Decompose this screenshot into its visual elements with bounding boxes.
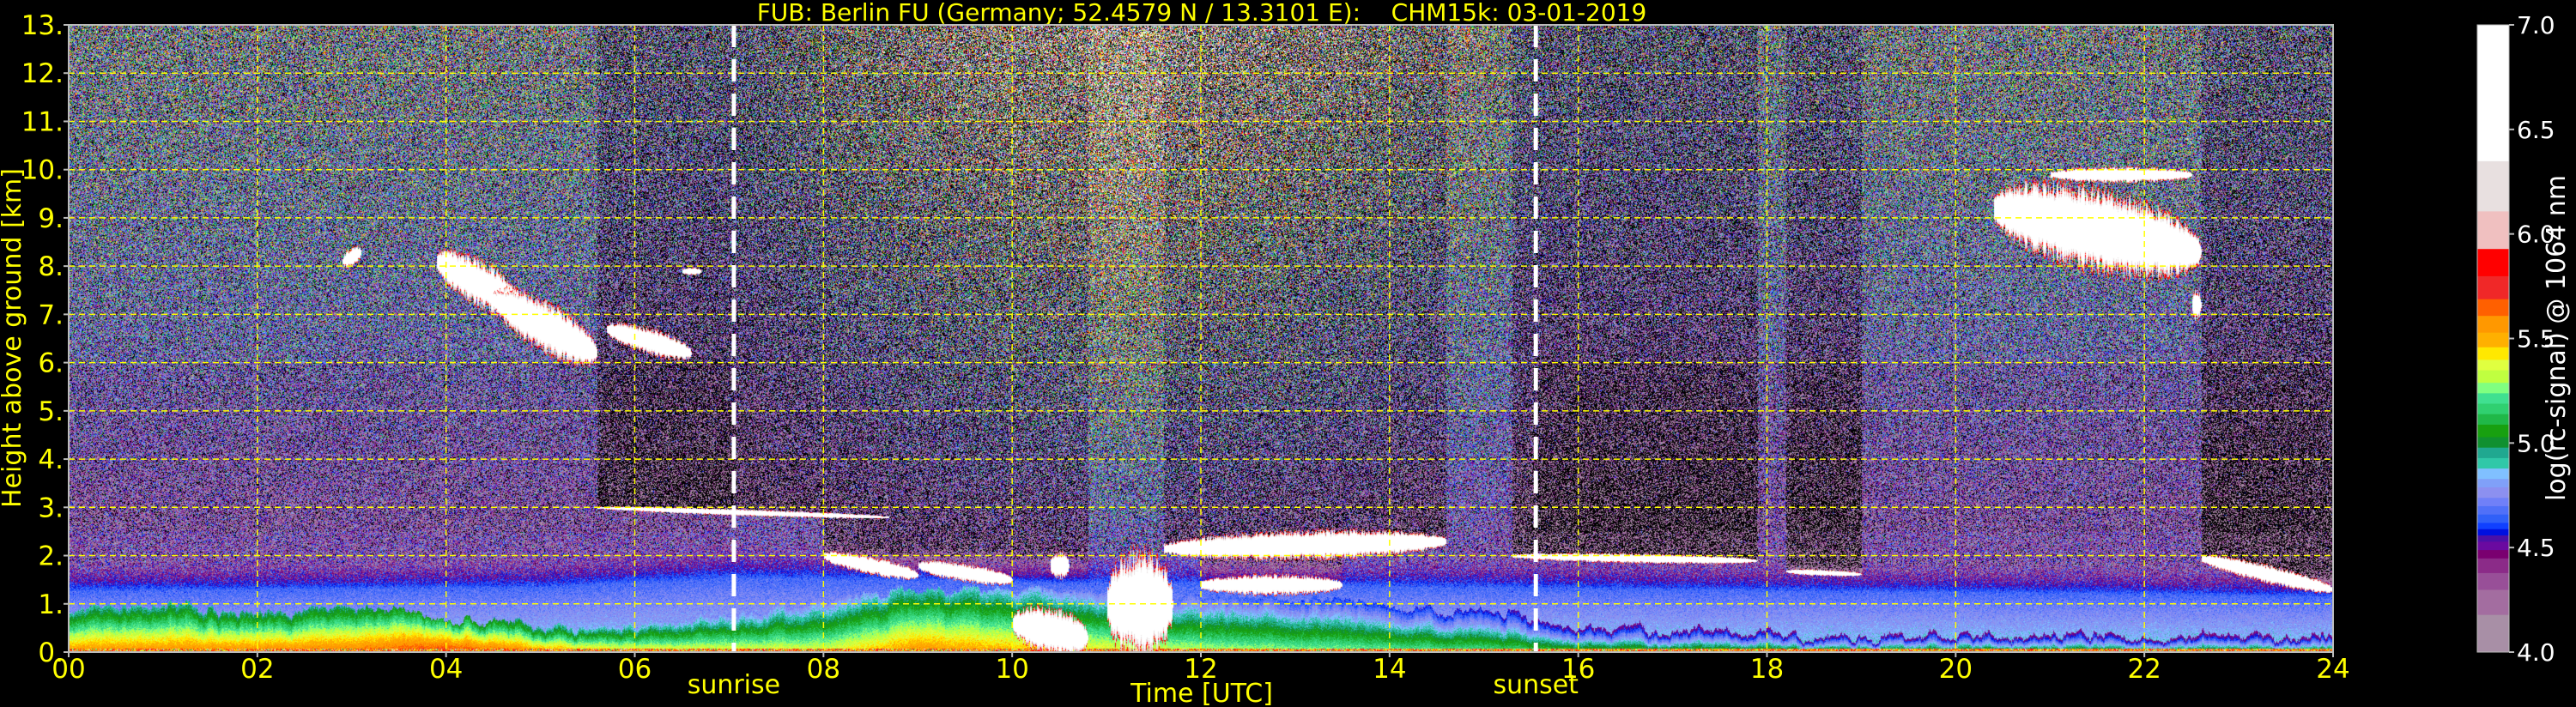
colorbar-level <box>2477 535 2509 542</box>
x-tick-label: 18 <box>1750 654 1784 685</box>
colorbar-level <box>2477 210 2509 250</box>
y-tick-label: 13. <box>21 10 64 41</box>
y-tick-label: 7. <box>38 299 64 330</box>
colorbar-level <box>2477 457 2509 469</box>
colorbar-level <box>2477 558 2509 573</box>
x-tick-label: 16 <box>1561 654 1595 685</box>
colorbar-level <box>2477 370 2509 384</box>
colorbar-label: log(rc-signal) @ 1064 nm <box>2542 175 2572 501</box>
x-tick-label: 02 <box>240 654 274 685</box>
colorbar-level <box>2477 486 2509 499</box>
colorbar-level <box>2477 522 2509 529</box>
colorbar-level <box>2477 529 2509 536</box>
y-tick-label: 9. <box>38 203 64 234</box>
colorbar-level <box>2477 505 2509 515</box>
colorbar-level <box>2477 275 2509 299</box>
y-tick-label: 5. <box>38 396 64 427</box>
colorbar-level <box>2477 468 2509 480</box>
colorbar-level <box>2477 478 2509 488</box>
colorbar-level <box>2477 514 2509 523</box>
x-tick-label: 04 <box>429 654 463 685</box>
colorbar <box>2476 24 2510 653</box>
colorbar-level <box>2477 589 2509 615</box>
colorbar-level <box>2477 541 2509 551</box>
colorbar-level <box>2477 403 2509 414</box>
x-tick-label: 24 <box>2316 654 2349 685</box>
y-tick-label: 1. <box>38 589 64 620</box>
colorbar-level <box>2477 549 2509 559</box>
x-tick-label: 10 <box>995 654 1028 685</box>
y-tick-label: 6. <box>38 348 64 379</box>
x-axis-label: Time [UTC] <box>1130 679 1273 707</box>
colorbar-level <box>2477 614 2509 653</box>
colorbar-level <box>2477 392 2509 404</box>
y-axis-label: Height above ground [km] <box>0 168 27 508</box>
colorbar-level <box>2477 497 2509 506</box>
sunrise-label: sunrise <box>688 670 780 700</box>
colorbar-level <box>2477 359 2509 371</box>
colorbar-tick-label: 6.5 <box>2517 116 2555 144</box>
colorbar-level <box>2477 347 2509 360</box>
y-tick-label: 11. <box>21 106 64 137</box>
x-tick-label: 08 <box>807 654 840 685</box>
colorbar-tick-label: 7.0 <box>2517 11 2555 39</box>
y-tick-label: 12. <box>21 58 64 89</box>
colorbar-level <box>2477 447 2509 458</box>
colorbar-level <box>2477 315 2509 333</box>
y-ticks: 0. 1. 2. 3. 4. 5. 6. 7. 8. 9. 10. 11. 12. 13. <box>21 10 69 668</box>
colorbar-tick-label: 4.0 <box>2517 638 2555 667</box>
x-tick-label: 20 <box>1939 654 1973 685</box>
y-tick-label: 4. <box>38 444 64 475</box>
colorbar-level <box>2477 25 2509 161</box>
y-tick-label: 10. <box>21 155 64 186</box>
colorbar-level <box>2477 414 2509 425</box>
colorbar-level <box>2477 299 2509 317</box>
x-tick-label: 22 <box>2127 654 2161 685</box>
y-tick-label: 8. <box>38 251 64 282</box>
colorbar-level <box>2477 572 2509 590</box>
y-tick-label: 2. <box>38 541 64 572</box>
colorbar-level <box>2477 332 2509 347</box>
y-tick-label: 0. <box>38 638 64 668</box>
x-tick-label: 14 <box>1373 654 1406 685</box>
colorbar-level <box>2477 248 2509 276</box>
chart-axes: sunrise sunset 00 02 04 06 08 10 12 14 16 18 20 22 24… <box>0 10 2572 707</box>
y-tick-label: 3. <box>38 492 64 523</box>
grid-lines <box>69 25 2333 652</box>
colorbar-level <box>2477 437 2509 448</box>
x-tick-label: 06 <box>618 654 652 685</box>
colorbar-level <box>2477 424 2509 438</box>
colorbar-tick-label: 4.5 <box>2517 534 2555 562</box>
colorbar-level <box>2477 160 2509 212</box>
colorbar-level <box>2477 382 2509 394</box>
